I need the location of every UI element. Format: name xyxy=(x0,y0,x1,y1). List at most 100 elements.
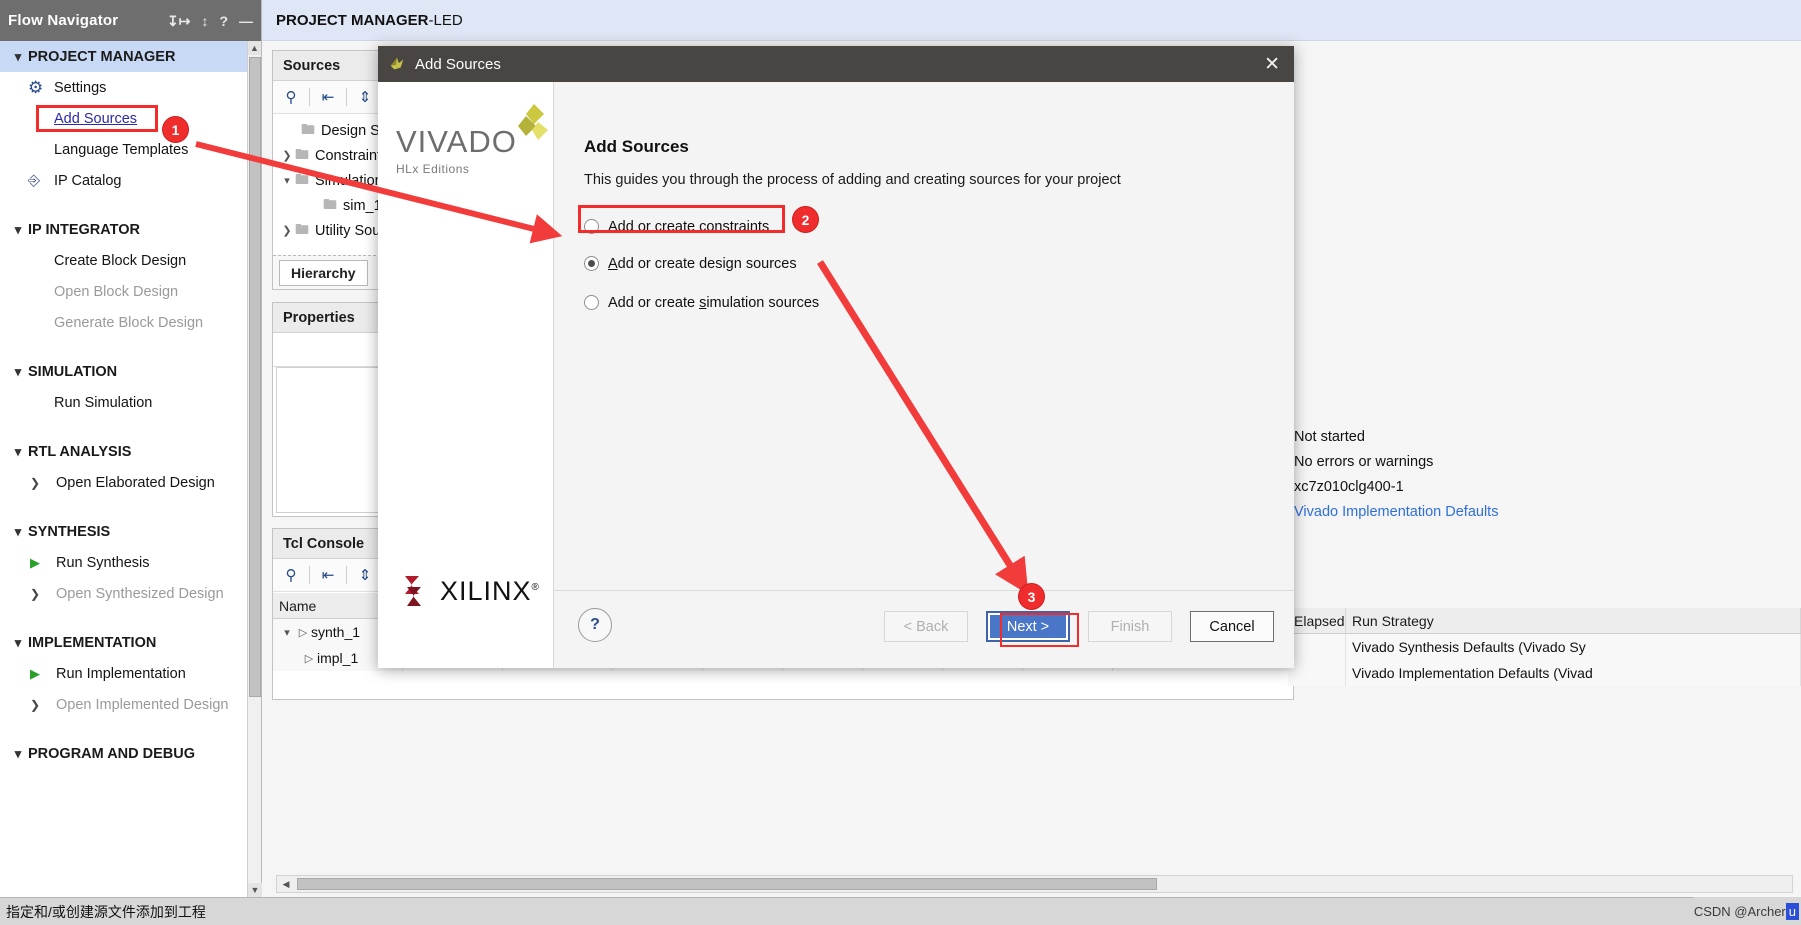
sidebar-item-open-elaborated-design[interactable]: ❯ Open Elaborated Design xyxy=(0,467,247,498)
collapse-all-icon[interactable]: ↧↦ xyxy=(167,14,190,28)
sidebar-scrollbar[interactable]: ▲ ▼ xyxy=(247,41,262,897)
dialog-brand-panel: VIVADO HLx Editions XILINX® xyxy=(378,82,554,668)
scroll-down-icon[interactable]: ▼ xyxy=(248,883,262,897)
runs-table-right: Elapsed Run Strategy Vivado Synthesis De… xyxy=(1288,608,1801,698)
scroll-left-icon[interactable]: ◀ xyxy=(277,879,295,890)
tab-hierarchy[interactable]: Hierarchy xyxy=(279,259,368,286)
watermark: CSDN @Archer u xyxy=(1693,897,1801,925)
folder-icon: 🖿 xyxy=(301,120,315,137)
sidebar-item-run-simulation[interactable]: Run Simulation xyxy=(0,387,247,418)
radio-label: Add or create design sources xyxy=(608,255,797,272)
flow-group-rtl-analysis[interactable]: ▾ RTL ANALYSIS xyxy=(0,436,247,467)
folder-icon: 🖿 xyxy=(295,145,309,162)
add-sources-dialog: Add Sources ✕ VIVADO HLx Editions XILINX… xyxy=(378,46,1294,668)
tree-row-label: Utility Sour xyxy=(315,222,386,239)
chevron-right-icon[interactable]: ❯ xyxy=(279,224,295,237)
run-elapsed xyxy=(1288,660,1346,686)
flow-group-synthesis[interactable]: ▾ SYNTHESIS xyxy=(0,516,247,547)
close-icon[interactable]: ✕ xyxy=(1260,55,1284,74)
tree-row-label: Constraint xyxy=(315,147,382,164)
help-icon[interactable]: ? xyxy=(219,14,228,28)
collapse-icon[interactable]: ⇤ xyxy=(310,559,346,592)
dialog-content: Add Sources This guides you through the … xyxy=(554,82,1294,668)
flow-navigator-header: Flow Navigator ↧↦ ↕ ? — xyxy=(0,0,261,41)
design-sources-highlight xyxy=(578,205,785,233)
registered-mark: ® xyxy=(531,581,540,593)
radio-button[interactable] xyxy=(584,295,599,310)
help-button[interactable]: ? xyxy=(578,608,612,642)
chevron-right-icon: ❯ xyxy=(30,586,41,601)
xilinx-logo: XILINX® xyxy=(402,574,540,608)
run-elapsed xyxy=(1288,634,1346,660)
runs-table-header-right: Elapsed Run Strategy xyxy=(1288,608,1801,634)
flow-group-ip-integrator[interactable]: ▾ IP INTEGRATOR xyxy=(0,214,247,245)
sidebar-item-ip-catalog[interactable]: ⎆ IP Catalog xyxy=(0,165,247,196)
sidebar-item-label: Run Simulation xyxy=(54,394,153,411)
dialog-footer: ? < Back Next > Finish Cancel xyxy=(554,590,1294,668)
chevron-down-icon: ▾ xyxy=(14,745,22,761)
flow-group-label: IP INTEGRATOR xyxy=(28,221,140,238)
flow-group-label: PROGRAM AND DEBUG xyxy=(28,745,196,762)
collapse-all-icon[interactable]: ⇤ xyxy=(310,81,346,114)
sidebar-item-add-sources[interactable]: Add Sources xyxy=(0,103,247,134)
flow-navigator-panel: Flow Navigator ↧↦ ↕ ? — ▾ PROJECT MANAGE… xyxy=(0,0,262,925)
table-row[interactable]: Vivado Implementation Defaults (Vivad xyxy=(1288,660,1801,686)
project-name: LED xyxy=(433,11,463,29)
chevron-down-icon[interactable]: ▾ xyxy=(279,626,295,639)
sidebar-item-run-implementation[interactable]: ▶ Run Implementation xyxy=(0,658,247,689)
search-icon[interactable]: ⚲ xyxy=(273,81,309,114)
sort-icon[interactable]: ↕ xyxy=(201,14,208,28)
sidebar-item-create-block-design[interactable]: Create Block Design xyxy=(0,245,247,276)
sidebar-item-label: Add Sources xyxy=(54,110,138,127)
cancel-button[interactable]: Cancel xyxy=(1190,611,1274,642)
sidebar-item-label: Run Implementation xyxy=(56,665,186,682)
flow-group-label: SYNTHESIS xyxy=(28,523,111,540)
horizontal-scrollbar[interactable]: ◀ xyxy=(276,875,1793,893)
annotation-badge-2: 2 xyxy=(793,207,818,232)
minimize-icon[interactable]: — xyxy=(239,14,253,28)
sidebar-item-settings[interactable]: Settings xyxy=(0,72,247,103)
xilinx-mark-icon xyxy=(405,576,421,606)
play-icon: ▶ xyxy=(30,665,40,681)
sidebar-item-run-synthesis[interactable]: ▶ Run Synthesis xyxy=(0,547,247,578)
run-info-strategy-link[interactable]: Vivado Implementation Defaults xyxy=(1290,499,1801,524)
back-button: < Back xyxy=(884,611,968,642)
search-icon[interactable]: ⚲ xyxy=(273,559,309,592)
flow-group-project-manager[interactable]: ▾ PROJECT MANAGER xyxy=(0,41,247,72)
flow-group-label: RTL ANALYSIS xyxy=(28,443,132,460)
flow-group-label: IMPLEMENTATION xyxy=(28,634,157,651)
radio-add-create-design-sources[interactable]: Add or create design sources xyxy=(584,247,819,280)
sidebar-item-label: Create Block Design xyxy=(54,252,187,269)
vivado-leaf-icon xyxy=(518,104,548,140)
chevron-down-icon: ▾ xyxy=(14,363,22,379)
xilinx-name: XILINX xyxy=(440,575,532,606)
play-outline-icon[interactable]: ▷ xyxy=(301,652,317,665)
chevron-down-icon[interactable]: ▾ xyxy=(279,174,295,187)
sidebar-item-label: Settings xyxy=(54,79,107,96)
sidebar-item-open-block-design: Open Block Design xyxy=(0,276,247,307)
radio-add-create-simulation-sources[interactable]: Add or create simulation sources xyxy=(584,286,819,319)
scrollbar-thumb[interactable] xyxy=(249,57,261,697)
flow-group-simulation[interactable]: ▾ SIMULATION xyxy=(0,356,247,387)
flow-group-label: PROJECT MANAGER xyxy=(28,48,176,65)
play-icon: ▶ xyxy=(30,554,40,570)
column-run-strategy[interactable]: Run Strategy xyxy=(1346,608,1801,633)
dialog-title: Add Sources xyxy=(415,55,501,73)
page-title: PROJECT MANAGER xyxy=(276,11,429,29)
chevron-right-icon[interactable]: ❯ xyxy=(279,149,295,162)
sidebar-item-label: IP Catalog xyxy=(54,172,122,189)
flow-navigator-tree: ▾ PROJECT MANAGER Settings Add Sources L… xyxy=(0,41,247,897)
sidebar-item-label: Run Synthesis xyxy=(56,554,150,571)
dialog-heading: Add Sources xyxy=(584,137,689,156)
scroll-up-icon[interactable]: ▲ xyxy=(248,41,261,55)
status-bar-text: 指定和/或创建源文件添加到工程 xyxy=(6,903,206,920)
table-row[interactable]: Vivado Synthesis Defaults (Vivado Sy xyxy=(1288,634,1801,660)
radio-button[interactable] xyxy=(584,256,599,271)
column-elapsed[interactable]: Elapsed xyxy=(1288,608,1346,633)
run-name: impl_1 xyxy=(317,650,359,666)
flow-group-implementation[interactable]: ▾ IMPLEMENTATION xyxy=(0,627,247,658)
flow-group-program-and-debug[interactable]: ▾ PROGRAM AND DEBUG xyxy=(0,738,247,769)
hscrollbar-thumb[interactable] xyxy=(297,878,1157,890)
dialog-title-bar: Add Sources ✕ xyxy=(378,46,1294,82)
sidebar-item-language-templates[interactable]: Language Templates xyxy=(0,134,247,165)
